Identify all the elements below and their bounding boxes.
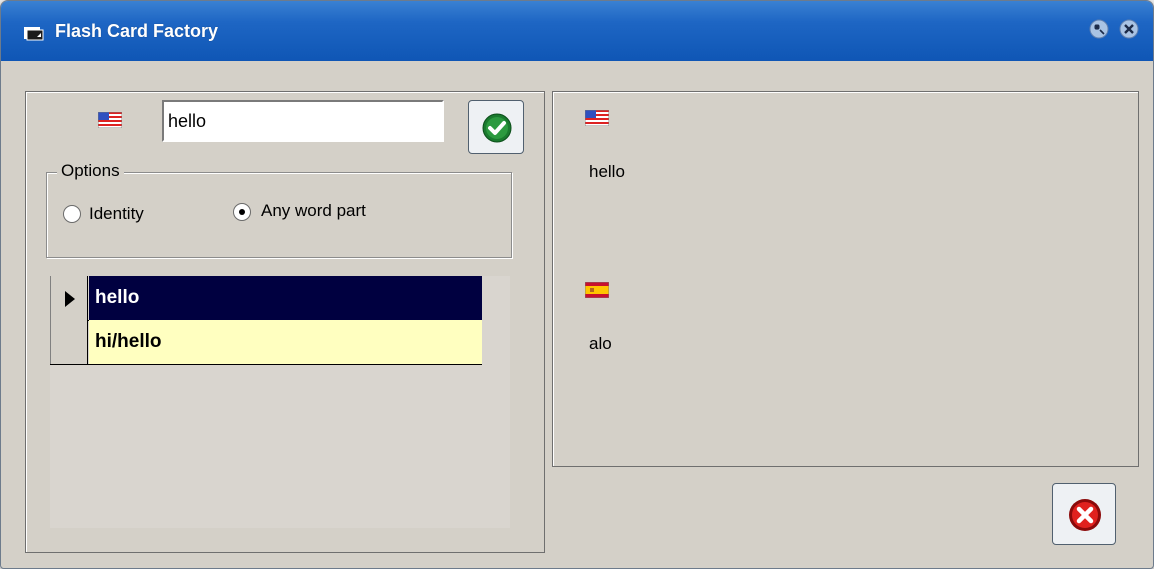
options-legend: Options <box>57 161 124 181</box>
us-flag-icon <box>98 112 122 128</box>
es-flag-icon <box>585 282 609 298</box>
search-input[interactable] <box>162 100 444 142</box>
table-row[interactable]: hello <box>50 276 482 321</box>
us-flag-icon <box>585 110 609 126</box>
translation-panel: hello alo <box>552 91 1139 467</box>
settings-icon <box>1089 19 1109 39</box>
cancel-button[interactable] <box>1052 483 1116 545</box>
window-title: Flash Card Factory <box>55 21 219 41</box>
table-row[interactable]: hi/hello <box>50 320 482 365</box>
dialog-body: Options Identity Any word part hello h <box>1 61 1153 568</box>
settings-button[interactable] <box>1089 19 1109 39</box>
radio-selected-dot <box>239 209 245 215</box>
result-cell[interactable]: hi/hello <box>89 320 482 364</box>
any-word-part-radio-label[interactable]: Any word part <box>261 201 366 221</box>
search-button[interactable] <box>468 100 524 154</box>
translated-word: alo <box>589 334 612 353</box>
identity-radio[interactable] <box>63 205 81 223</box>
row-indicator[interactable] <box>50 320 88 364</box>
current-row-arrow-icon <box>65 291 75 307</box>
title-bar[interactable]: Flash Card Factory <box>1 1 1153 61</box>
result-cell[interactable]: hello <box>89 276 482 320</box>
row-indicator[interactable] <box>50 276 88 320</box>
app-window: Flash Card Factory hello Options Identit… <box>0 0 1154 569</box>
search-panel: Options Identity Any word part hello h <box>25 91 545 553</box>
options-group: Options Identity Any word part <box>46 161 512 258</box>
results-grid[interactable]: hello hi/hello <box>50 276 510 528</box>
window-close-button[interactable] <box>1119 19 1139 39</box>
any-word-part-radio[interactable] <box>233 203 251 221</box>
checkmark-icon <box>482 113 512 143</box>
app-window-icon <box>24 27 44 41</box>
identity-radio-label[interactable]: Identity <box>89 204 144 224</box>
cancel-icon <box>1069 499 1101 531</box>
source-word: hello <box>589 162 625 181</box>
close-icon <box>1119 19 1139 39</box>
